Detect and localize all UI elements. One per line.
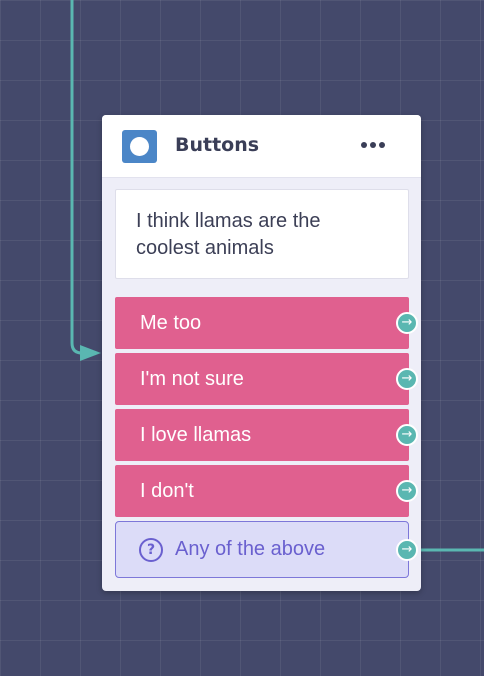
arrow-right-icon[interactable]: → [396, 368, 418, 390]
incoming-connector [70, 0, 92, 355]
choice-button-label: Me too [140, 312, 202, 334]
arrow-right-icon[interactable]: → [396, 480, 418, 502]
arrow-right-icon[interactable]: → [396, 539, 418, 561]
choice-button-love-llamas[interactable]: I love llamas [115, 409, 409, 461]
choice-button-me-too[interactable]: Me too [115, 297, 409, 349]
fallback-button[interactable]: ? Any of the above [115, 521, 409, 578]
arrow-right-icon[interactable]: → [396, 424, 418, 446]
choice-button-label: I don't [140, 480, 194, 502]
choice-button-dont[interactable]: I don't [115, 465, 409, 517]
question-circle-icon: ? [139, 538, 163, 562]
node-header: Buttons [102, 115, 421, 178]
fallback-label: Any of the above [175, 538, 326, 560]
choice-button-label: I'm not sure [140, 368, 244, 390]
choice-button-not-sure[interactable]: I'm not sure [115, 353, 409, 405]
buttons-node[interactable]: Buttons I think llamas are the coolest a… [102, 115, 421, 591]
message-text[interactable]: I think llamas are the coolest animals [115, 189, 409, 279]
arrow-right-icon[interactable]: → [396, 312, 418, 334]
choice-button-label: I love llamas [140, 424, 252, 446]
chat-bubble-icon [122, 130, 157, 163]
incoming-arrowhead [80, 345, 101, 361]
node-title: Buttons [175, 134, 260, 156]
more-horizontal-icon[interactable] [361, 139, 387, 153]
